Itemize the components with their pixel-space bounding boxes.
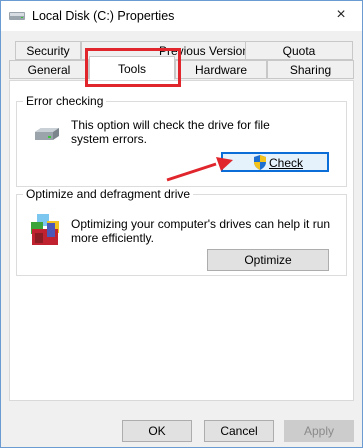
optimize-button[interactable]: Optimize xyxy=(207,249,329,271)
tab-quota[interactable]: Quota xyxy=(245,41,353,60)
ok-button[interactable]: OK xyxy=(122,420,192,442)
shield-icon xyxy=(254,155,266,170)
check-button-label: Check xyxy=(269,156,304,170)
tab-strip: Security Previous Versions Quota General… xyxy=(1,39,362,85)
drive-title-icon xyxy=(9,12,25,20)
tab-security[interactable]: Security xyxy=(15,41,81,60)
optimize-description-line1: Optimizing your computer's drives can he… xyxy=(71,217,331,231)
tab-sharing[interactable]: Sharing xyxy=(267,60,354,79)
optimize-title: Optimize and defragment drive xyxy=(23,187,194,201)
optimize-description-line2: more efficiently. xyxy=(71,231,154,245)
defrag-icon xyxy=(31,214,59,245)
drive-icon xyxy=(35,128,59,140)
close-button[interactable]: × xyxy=(332,6,350,24)
apply-button: Apply xyxy=(284,420,354,442)
tab-hardware[interactable]: Hardware xyxy=(175,60,267,79)
title-bar: Local Disk (C:) Properties × xyxy=(1,1,362,31)
optimize-button-label: Optimize xyxy=(244,253,292,267)
error-checking-title: Error checking xyxy=(23,94,107,108)
cancel-button[interactable]: Cancel xyxy=(204,420,274,442)
tools-panel: Error checking This option will check th… xyxy=(9,80,354,401)
annotation-arrow xyxy=(166,157,233,182)
error-checking-description-line2: system errors. xyxy=(71,132,148,146)
error-checking-description-line1: This option will check the drive for fil… xyxy=(71,118,270,132)
tab-general[interactable]: General xyxy=(9,60,89,79)
optimize-group: Optimize and defragment drive Optimizing… xyxy=(16,187,347,276)
window-title: Local Disk (C:) Properties xyxy=(32,9,175,23)
properties-window: Local Disk (C:) Properties × Security Pr… xyxy=(0,0,363,448)
tools-tab-highlight-box xyxy=(85,48,181,87)
